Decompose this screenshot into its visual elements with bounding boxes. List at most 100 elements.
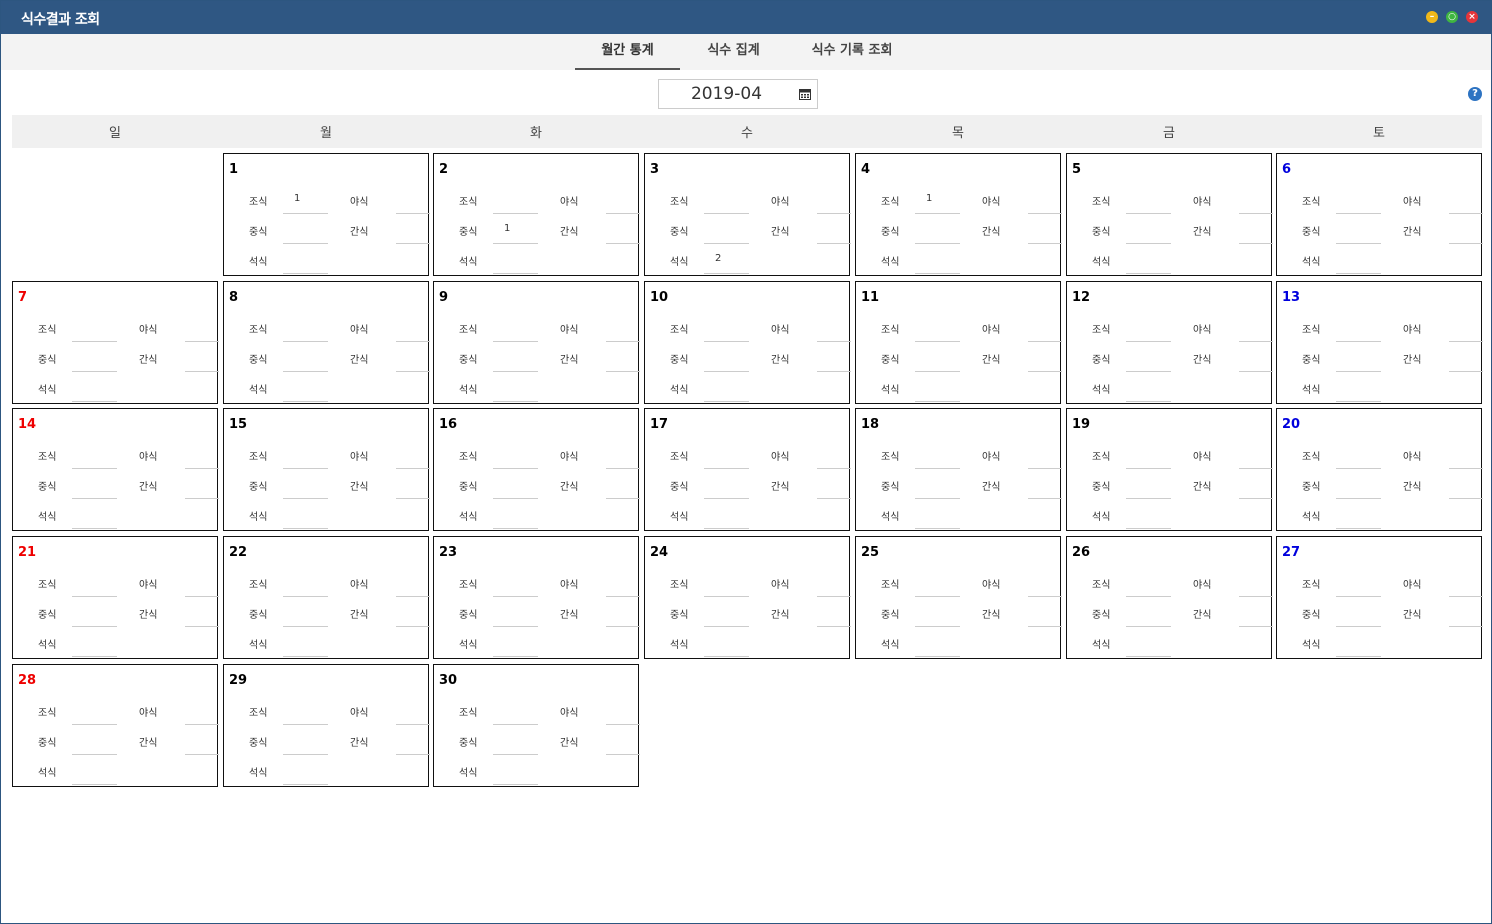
lunch-label: 중식 <box>38 355 57 366</box>
day-cell[interactable]: 11 조식 야식 중식 간식 석식 <box>855 281 1062 404</box>
day-cell[interactable]: 8 조식 야식 중식 간식 석식 <box>223 281 430 404</box>
snack-label: 간식 <box>1403 610 1422 621</box>
lunch-label: 중식 <box>881 610 900 621</box>
count-underline <box>1336 243 1381 244</box>
count-underline <box>185 724 219 725</box>
day-cell[interactable]: 14 조식 야식 중식 간식 석식 <box>12 408 219 531</box>
day-cell[interactable]: 9 조식 야식 중식 간식 석식 <box>433 281 640 404</box>
day-number: 5 <box>1072 162 1082 177</box>
count-underline <box>704 498 749 499</box>
count-underline <box>493 243 538 244</box>
lunch-label: 중식 <box>670 610 689 621</box>
count-underline <box>396 371 430 372</box>
dinner-label: 석식 <box>459 768 478 779</box>
count-underline <box>1449 626 1483 627</box>
day-cell[interactable]: 21 조식 야식 중식 간식 석식 <box>12 536 219 659</box>
close-icon[interactable]: × <box>1466 11 1478 23</box>
breakfast-label: 조식 <box>249 452 268 463</box>
day-cell[interactable]: 22 조식 야식 중식 간식 석식 <box>223 536 430 659</box>
count-underline <box>704 341 749 342</box>
maximize-icon[interactable]: ○ <box>1446 11 1458 23</box>
count-underline <box>72 596 117 597</box>
snack-label: 간식 <box>560 738 579 749</box>
day-cell[interactable]: 3 조식 야식 중식 간식 석식 2 <box>644 153 851 276</box>
day-number: 8 <box>229 290 239 305</box>
count-underline <box>915 213 960 214</box>
count-underline <box>704 596 749 597</box>
day-cell[interactable]: 16 조식 야식 중식 간식 석식 <box>433 408 640 531</box>
day-cell[interactable]: 25 조식 야식 중식 간식 석식 <box>855 536 1062 659</box>
lunch-label: 중식 <box>249 227 268 238</box>
day-number: 16 <box>439 417 458 432</box>
count-underline <box>1126 498 1171 499</box>
count-underline <box>915 401 960 402</box>
day-cell[interactable]: 6 조식 야식 중식 간식 석식 <box>1276 153 1483 276</box>
day-cell[interactable]: 26 조식 야식 중식 간식 석식 <box>1066 536 1273 659</box>
count-underline <box>915 626 960 627</box>
calendar-icon[interactable] <box>799 88 811 100</box>
snack-label: 간식 <box>1403 227 1422 238</box>
lunch-count: 1 <box>504 223 511 234</box>
day-cell[interactable]: 30 조식 야식 중식 간식 석식 <box>433 664 640 787</box>
day-cell[interactable]: 10 조식 야식 중식 간식 석식 <box>644 281 851 404</box>
breakfast-label: 조식 <box>1302 580 1321 591</box>
late-night-label: 야식 <box>560 452 579 463</box>
count-underline <box>396 626 430 627</box>
day-cell[interactable]: 18 조식 야식 중식 간식 석식 <box>855 408 1062 531</box>
count-underline <box>1336 468 1381 469</box>
count-underline <box>915 656 960 657</box>
count-underline <box>396 341 430 342</box>
day-cell[interactable]: 17 조식 야식 중식 간식 석식 <box>644 408 851 531</box>
day-cell[interactable]: 2 조식 야식 중식 1 간식 석식 <box>433 153 640 276</box>
day-cell[interactable]: 20 조식 야식 중식 간식 석식 <box>1276 408 1483 531</box>
day-cell[interactable]: 27 조식 야식 중식 간식 석식 <box>1276 536 1483 659</box>
count-underline <box>493 341 538 342</box>
help-icon[interactable]: ? <box>1468 87 1482 101</box>
day-cell[interactable]: 5 조식 야식 중식 간식 석식 <box>1066 153 1273 276</box>
count-underline <box>704 243 749 244</box>
count-underline <box>1028 371 1062 372</box>
count-underline <box>704 626 749 627</box>
breakfast-label: 조식 <box>670 325 689 336</box>
weekday-label: 금 <box>1163 126 1175 141</box>
day-cell[interactable]: 29 조식 야식 중식 간식 석식 <box>223 664 430 787</box>
day-cell[interactable]: 7 조식 야식 중식 간식 석식 <box>12 281 219 404</box>
day-cell[interactable]: 4 조식 1 야식 중식 간식 석식 <box>855 153 1062 276</box>
count-underline <box>185 596 219 597</box>
count-underline <box>606 371 640 372</box>
late-night-label: 야식 <box>1403 452 1422 463</box>
tab-monthly-stats[interactable]: 월간 통계 <box>575 34 680 70</box>
day-cell[interactable]: 24 조식 야식 중식 간식 석식 <box>644 536 851 659</box>
count-underline <box>493 468 538 469</box>
dinner-label: 석식 <box>249 512 268 523</box>
count-underline <box>185 468 219 469</box>
breakfast-label: 조식 <box>1302 325 1321 336</box>
day-number: 30 <box>439 673 458 688</box>
day-cell[interactable]: 19 조식 야식 중식 간식 석식 <box>1066 408 1273 531</box>
count-underline <box>817 626 851 627</box>
day-cell[interactable]: 13 조식 야식 중식 간식 석식 <box>1276 281 1483 404</box>
day-cell[interactable]: 12 조식 야식 중식 간식 석식 <box>1066 281 1273 404</box>
breakfast-label: 조식 <box>38 325 57 336</box>
lunch-label: 중식 <box>1092 227 1111 238</box>
day-number: 23 <box>439 545 458 560</box>
day-cell[interactable]: 23 조식 야식 중식 간식 석식 <box>433 536 640 659</box>
dinner-label: 석식 <box>670 257 689 268</box>
day-cell[interactable]: 28 조식 야식 중식 간식 석식 <box>12 664 219 787</box>
tab-meal-summary[interactable]: 식수 집계 <box>691 34 776 70</box>
tab-meal-records[interactable]: 식수 기록 조회 <box>796 34 908 70</box>
count-underline <box>915 528 960 529</box>
snack-label: 간식 <box>771 610 790 621</box>
month-picker[interactable]: 2019-04 <box>658 79 818 109</box>
weekday-header: 일월화수목금토 <box>12 115 1482 148</box>
count-underline <box>72 341 117 342</box>
dinner-label: 석식 <box>38 768 57 779</box>
minimize-icon[interactable]: – <box>1426 11 1438 23</box>
day-number: 17 <box>650 417 669 432</box>
day-cell[interactable]: 15 조식 야식 중식 간식 석식 <box>223 408 430 531</box>
count-underline <box>1028 468 1062 469</box>
day-number: 26 <box>1072 545 1091 560</box>
day-cell[interactable]: 1 조식 1 야식 중식 간식 석식 <box>223 153 430 276</box>
count-underline <box>817 243 851 244</box>
late-night-label: 야식 <box>139 452 158 463</box>
